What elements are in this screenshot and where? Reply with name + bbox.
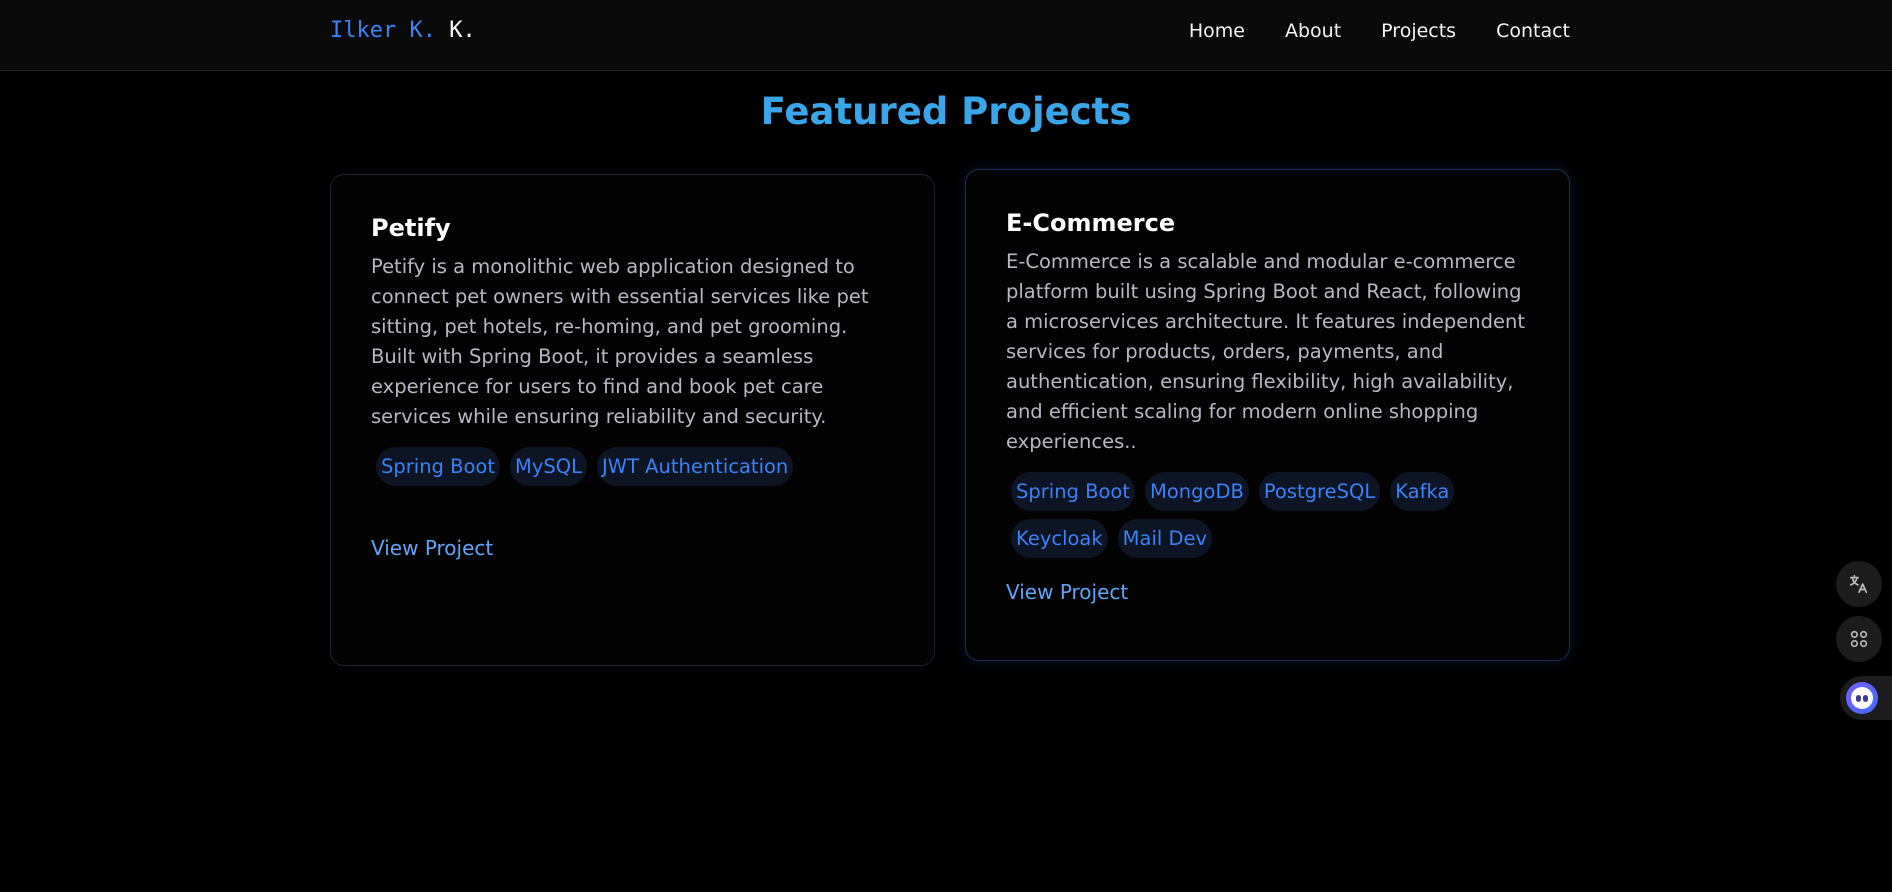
tech-tag: Mail Dev: [1117, 519, 1213, 558]
logo-rest-text: K.: [435, 18, 476, 43]
view-project-link[interactable]: View Project: [1006, 578, 1529, 606]
project-title: Petify: [371, 214, 451, 242]
site-logo[interactable]: Ilker K. K.: [330, 17, 476, 45]
project-card-petify: Petify Petify is a monolithic web applic…: [330, 174, 935, 666]
tech-tag: Kafka: [1390, 472, 1455, 511]
logo-accent-text: Ilker K.: [330, 18, 436, 43]
project-card-ecommerce: E-Commerce E-Commerce is a scalable and …: [965, 169, 1570, 661]
section-title: Featured Projects: [760, 90, 1132, 133]
project-title: E-Commerce: [1006, 209, 1176, 237]
project-description: Petify is a monolithic web application d…: [371, 255, 869, 428]
view-project-link[interactable]: View Project: [371, 534, 894, 562]
tech-tag: JWT Authentication: [596, 447, 794, 486]
tech-tag: MongoDB: [1145, 472, 1249, 511]
tech-tag: Spring Boot: [1011, 472, 1136, 511]
ai-assistant-button[interactable]: [1840, 676, 1892, 720]
ai-assistant-icon: [1846, 682, 1878, 714]
nav-link-about[interactable]: About: [1285, 18, 1341, 44]
nav-link-home[interactable]: Home: [1189, 18, 1245, 44]
nav-links: Home About Projects Contact: [1189, 18, 1570, 44]
apps-button[interactable]: [1836, 616, 1882, 662]
navbar: Ilker K. K. Home About Projects Contact: [0, 0, 1892, 71]
apps-grid-icon: [1850, 630, 1868, 648]
tech-tag: Spring Boot: [376, 447, 501, 486]
tech-tags: Spring Boot MongoDB PostgreSQL Kafka Key…: [1011, 472, 1531, 558]
tech-tag: Keycloak: [1011, 519, 1108, 558]
translate-icon: [1849, 574, 1868, 594]
tech-tag: PostgreSQL: [1258, 472, 1381, 511]
nav-link-contact[interactable]: Contact: [1496, 18, 1570, 44]
tech-tags: Spring Boot MySQL JWT Authentication: [376, 447, 896, 486]
tech-tag: MySQL: [510, 447, 587, 486]
translate-button[interactable]: [1836, 561, 1882, 607]
nav-link-projects[interactable]: Projects: [1381, 18, 1456, 44]
project-description: E-Commerce is a scalable and modular e-c…: [1006, 250, 1526, 453]
